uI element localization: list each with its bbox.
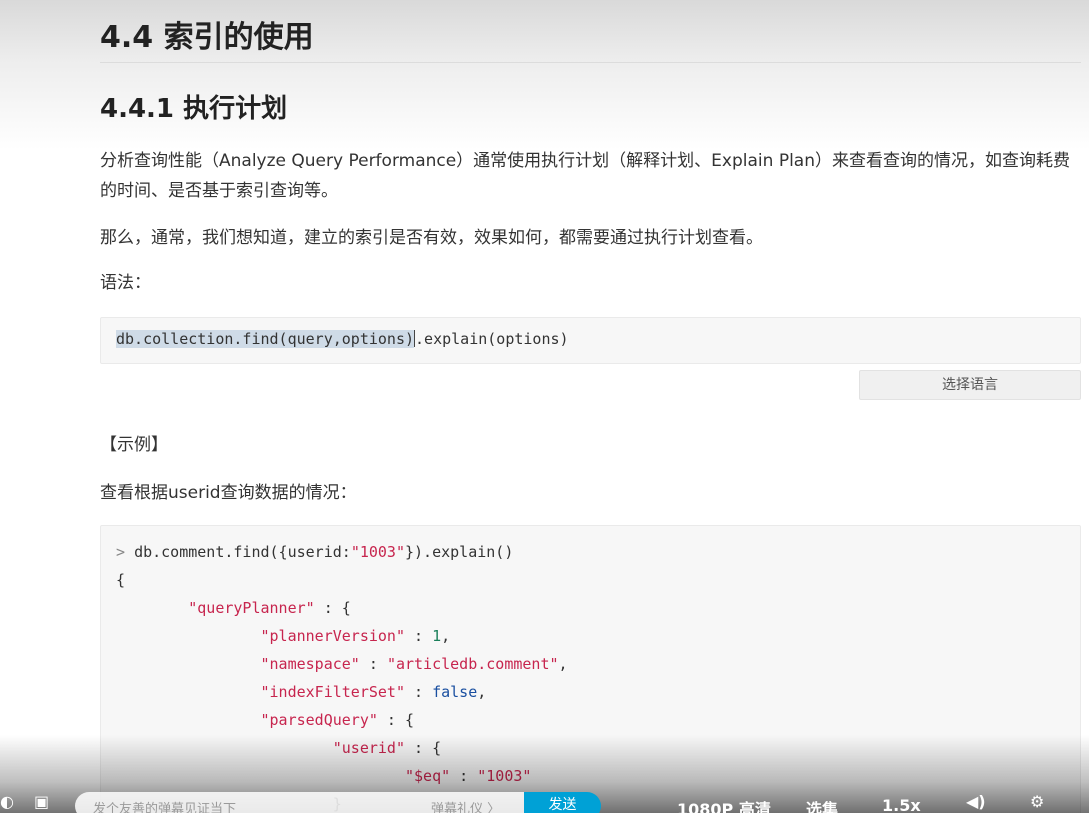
code-token: db.comment.find({userid: (134, 543, 351, 561)
code-token: : { (314, 599, 351, 617)
syntax-code-block[interactable]: db.collection.find(query,options).explai… (100, 317, 1081, 364)
send-danmaku-button[interactable]: 发送 (524, 792, 601, 813)
episodes-button[interactable]: 选集 (806, 796, 838, 813)
heading-divider (100, 62, 1081, 63)
code-token: : (359, 655, 387, 673)
code-line: "parsedQuery" : { (116, 706, 1080, 734)
danmaku-input[interactable]: 发个友善的弹幕见证当下 弹幕礼仪 〉 (75, 792, 525, 813)
paragraph-analyze-query: 分析查询性能（Analyze Query Performance）通常使用执行计… (100, 151, 1070, 201)
playback-speed-button[interactable]: 1.5x (882, 796, 921, 813)
code-line: { (116, 566, 1080, 594)
code-token: 1 (432, 627, 442, 645)
code-token: : (405, 627, 433, 645)
code-token: "articledb.comment" (386, 655, 559, 673)
selected-code-text[interactable]: db.collection.find(query,options) (116, 330, 415, 348)
code-line: "queryPlanner" : { (116, 594, 1080, 622)
code-token: "indexFilterSet" (260, 683, 406, 701)
code-line: > db.comment.find({userid:"1003"}).expla… (116, 538, 1080, 566)
settings-gear-icon[interactable]: ⚙ (1030, 792, 1044, 811)
shell-prompt: > (116, 543, 135, 561)
danmaku-toggle-icon[interactable]: ◐ (0, 792, 14, 811)
code-token: , (558, 655, 568, 673)
code-text: .explain(options) (415, 330, 569, 348)
code-token: "1003" (350, 543, 405, 561)
code-token: "parsedQuery" (260, 711, 378, 729)
code-token: "queryPlanner" (188, 599, 315, 617)
heading-4-4-1: 4.4.1 执行计划 (100, 94, 288, 124)
code-line: "namespace" : "articledb.comment", (116, 650, 1080, 678)
syntax-label: 语法： (100, 273, 151, 293)
code-token: "plannerVersion" (260, 627, 406, 645)
paragraph-index-effect: 那么，通常，我们想知道，建立的索引是否有效，效果如何，都需要通过执行计划查看。 (100, 228, 763, 248)
code-token: , (441, 627, 451, 645)
select-language-button[interactable]: 选择语言 (859, 370, 1081, 400)
code-token: false (432, 683, 478, 701)
code-line: "indexFilterSet" : false, (116, 678, 1080, 706)
danmaku-settings-icon[interactable]: ▣ (34, 792, 49, 811)
code-line: "plannerVersion" : 1, (116, 622, 1080, 650)
example-label: 【示例】 (100, 435, 168, 455)
code-token: : { (377, 711, 415, 729)
code-token: }).explain() (405, 543, 514, 561)
quality-selector[interactable]: 1080P 高清 (677, 796, 771, 813)
code-token: : (405, 683, 433, 701)
danmaku-etiquette-link[interactable]: 弹幕礼仪 〉 (431, 798, 500, 813)
document-page: 4.4 索引的使用 4.4.1 执行计划 分析查询性能（Analyze Quer… (0, 0, 1089, 813)
danmaku-placeholder: 发个友善的弹幕见证当下 (93, 802, 237, 813)
code-token: { (116, 571, 126, 589)
code-token: , (477, 683, 487, 701)
video-player-control-bar: ◐ ▣ 发个友善的弹幕见证当下 弹幕礼仪 〉 发送 1080P 高清 选集 1.… (0, 790, 1089, 813)
volume-icon[interactable]: ◀) (966, 792, 986, 811)
example-description: 查看根据userid查询数据的情况： (100, 483, 357, 503)
code-token: "namespace" (260, 655, 360, 673)
heading-4-4: 4.4 索引的使用 (100, 20, 314, 55)
